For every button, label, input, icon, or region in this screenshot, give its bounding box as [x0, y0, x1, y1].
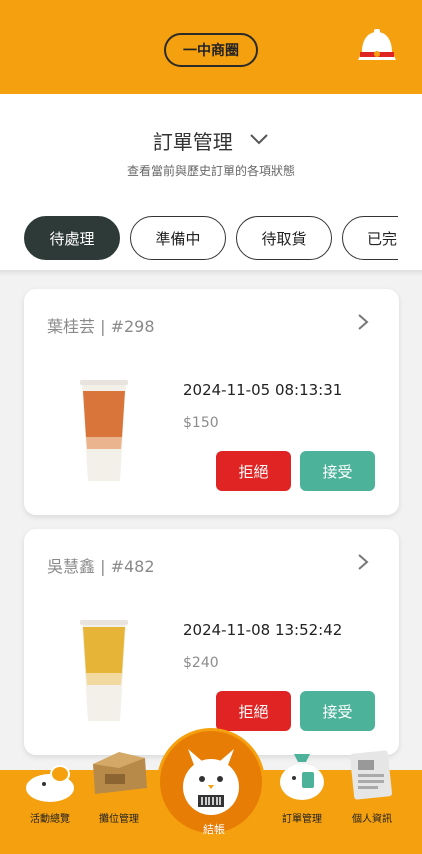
- orders-icon: [280, 754, 324, 800]
- order-customer: 葉桂芸 | #298: [47, 317, 155, 336]
- tab-label: 待取貨: [261, 229, 307, 248]
- page-title: 訂單管理: [152, 130, 233, 154]
- drink-image: [80, 620, 128, 721]
- accept-button[interactable]: 接受: [300, 451, 375, 491]
- drink-image: [80, 380, 128, 481]
- tab-ready-pickup[interactable]: 待取貨: [236, 216, 332, 260]
- chevron-down-icon: [250, 134, 268, 145]
- nav-booth[interactable]: 攤位管理: [79, 752, 159, 854]
- page-header: 訂單管理 查看當前與歷史訂單的各項狀態 待處理 準備中 待取貨 已完: [0, 94, 422, 270]
- order-card[interactable]: 葉桂芸 | #298 2024-11-05 08:13:31 $150 拒絕 接…: [24, 289, 399, 515]
- order-datetime: 2024-11-05 08:13:31: [183, 381, 343, 399]
- zone-label: 一中商圈: [183, 43, 239, 59]
- nav-label: 訂單管理: [282, 814, 322, 825]
- activity-icon: [26, 765, 74, 802]
- zone-selector-button[interactable]: 一中商圈: [164, 33, 258, 67]
- nav-checkout[interactable]: 結帳: [157, 728, 265, 836]
- page-subtitle: 查看當前與歷史訂單的各項狀態: [126, 164, 295, 178]
- page-title-dropdown[interactable]: 訂單管理: [0, 126, 422, 155]
- bell-icon[interactable]: [356, 28, 398, 66]
- order-datetime: 2024-11-08 13:52:42: [183, 621, 343, 639]
- nav-label: 攤位管理: [99, 814, 139, 825]
- profile-icon: [349, 750, 393, 800]
- reject-button[interactable]: 拒絕: [216, 691, 291, 731]
- nav-orders[interactable]: 訂單管理: [262, 754, 342, 854]
- chevron-right-icon[interactable]: [357, 553, 369, 571]
- order-card[interactable]: 吳慧鑫 | #482 2024-11-08 13:52:42 $240 拒絕 接…: [24, 529, 399, 755]
- nav-profile[interactable]: 個人資訊: [332, 750, 412, 854]
- order-customer: 吳慧鑫 | #482: [47, 557, 155, 576]
- booth-icon: [93, 752, 147, 794]
- tab-label: 已完: [367, 229, 398, 248]
- checkout-icon: [183, 749, 239, 815]
- accept-button[interactable]: 接受: [300, 691, 375, 731]
- tab-pending[interactable]: 待處理: [24, 216, 120, 260]
- order-price: $150: [183, 415, 219, 431]
- nav-activity[interactable]: 活動總覽: [10, 765, 90, 854]
- tab-completed[interactable]: 已完: [342, 216, 398, 260]
- status-tabs: 待處理 準備中 待取貨 已完: [24, 216, 398, 260]
- tab-label: 準備中: [155, 229, 201, 248]
- header-shadow: [0, 270, 422, 276]
- tab-preparing[interactable]: 準備中: [130, 216, 226, 260]
- order-price: $240: [183, 655, 219, 671]
- nav-label: 活動總覽: [30, 814, 70, 825]
- nav-label: 個人資訊: [352, 814, 392, 825]
- reject-button[interactable]: 拒絕: [216, 451, 291, 491]
- tab-label: 待處理: [49, 229, 95, 248]
- chevron-right-icon[interactable]: [357, 313, 369, 331]
- nav-label: 結帳: [203, 823, 225, 836]
